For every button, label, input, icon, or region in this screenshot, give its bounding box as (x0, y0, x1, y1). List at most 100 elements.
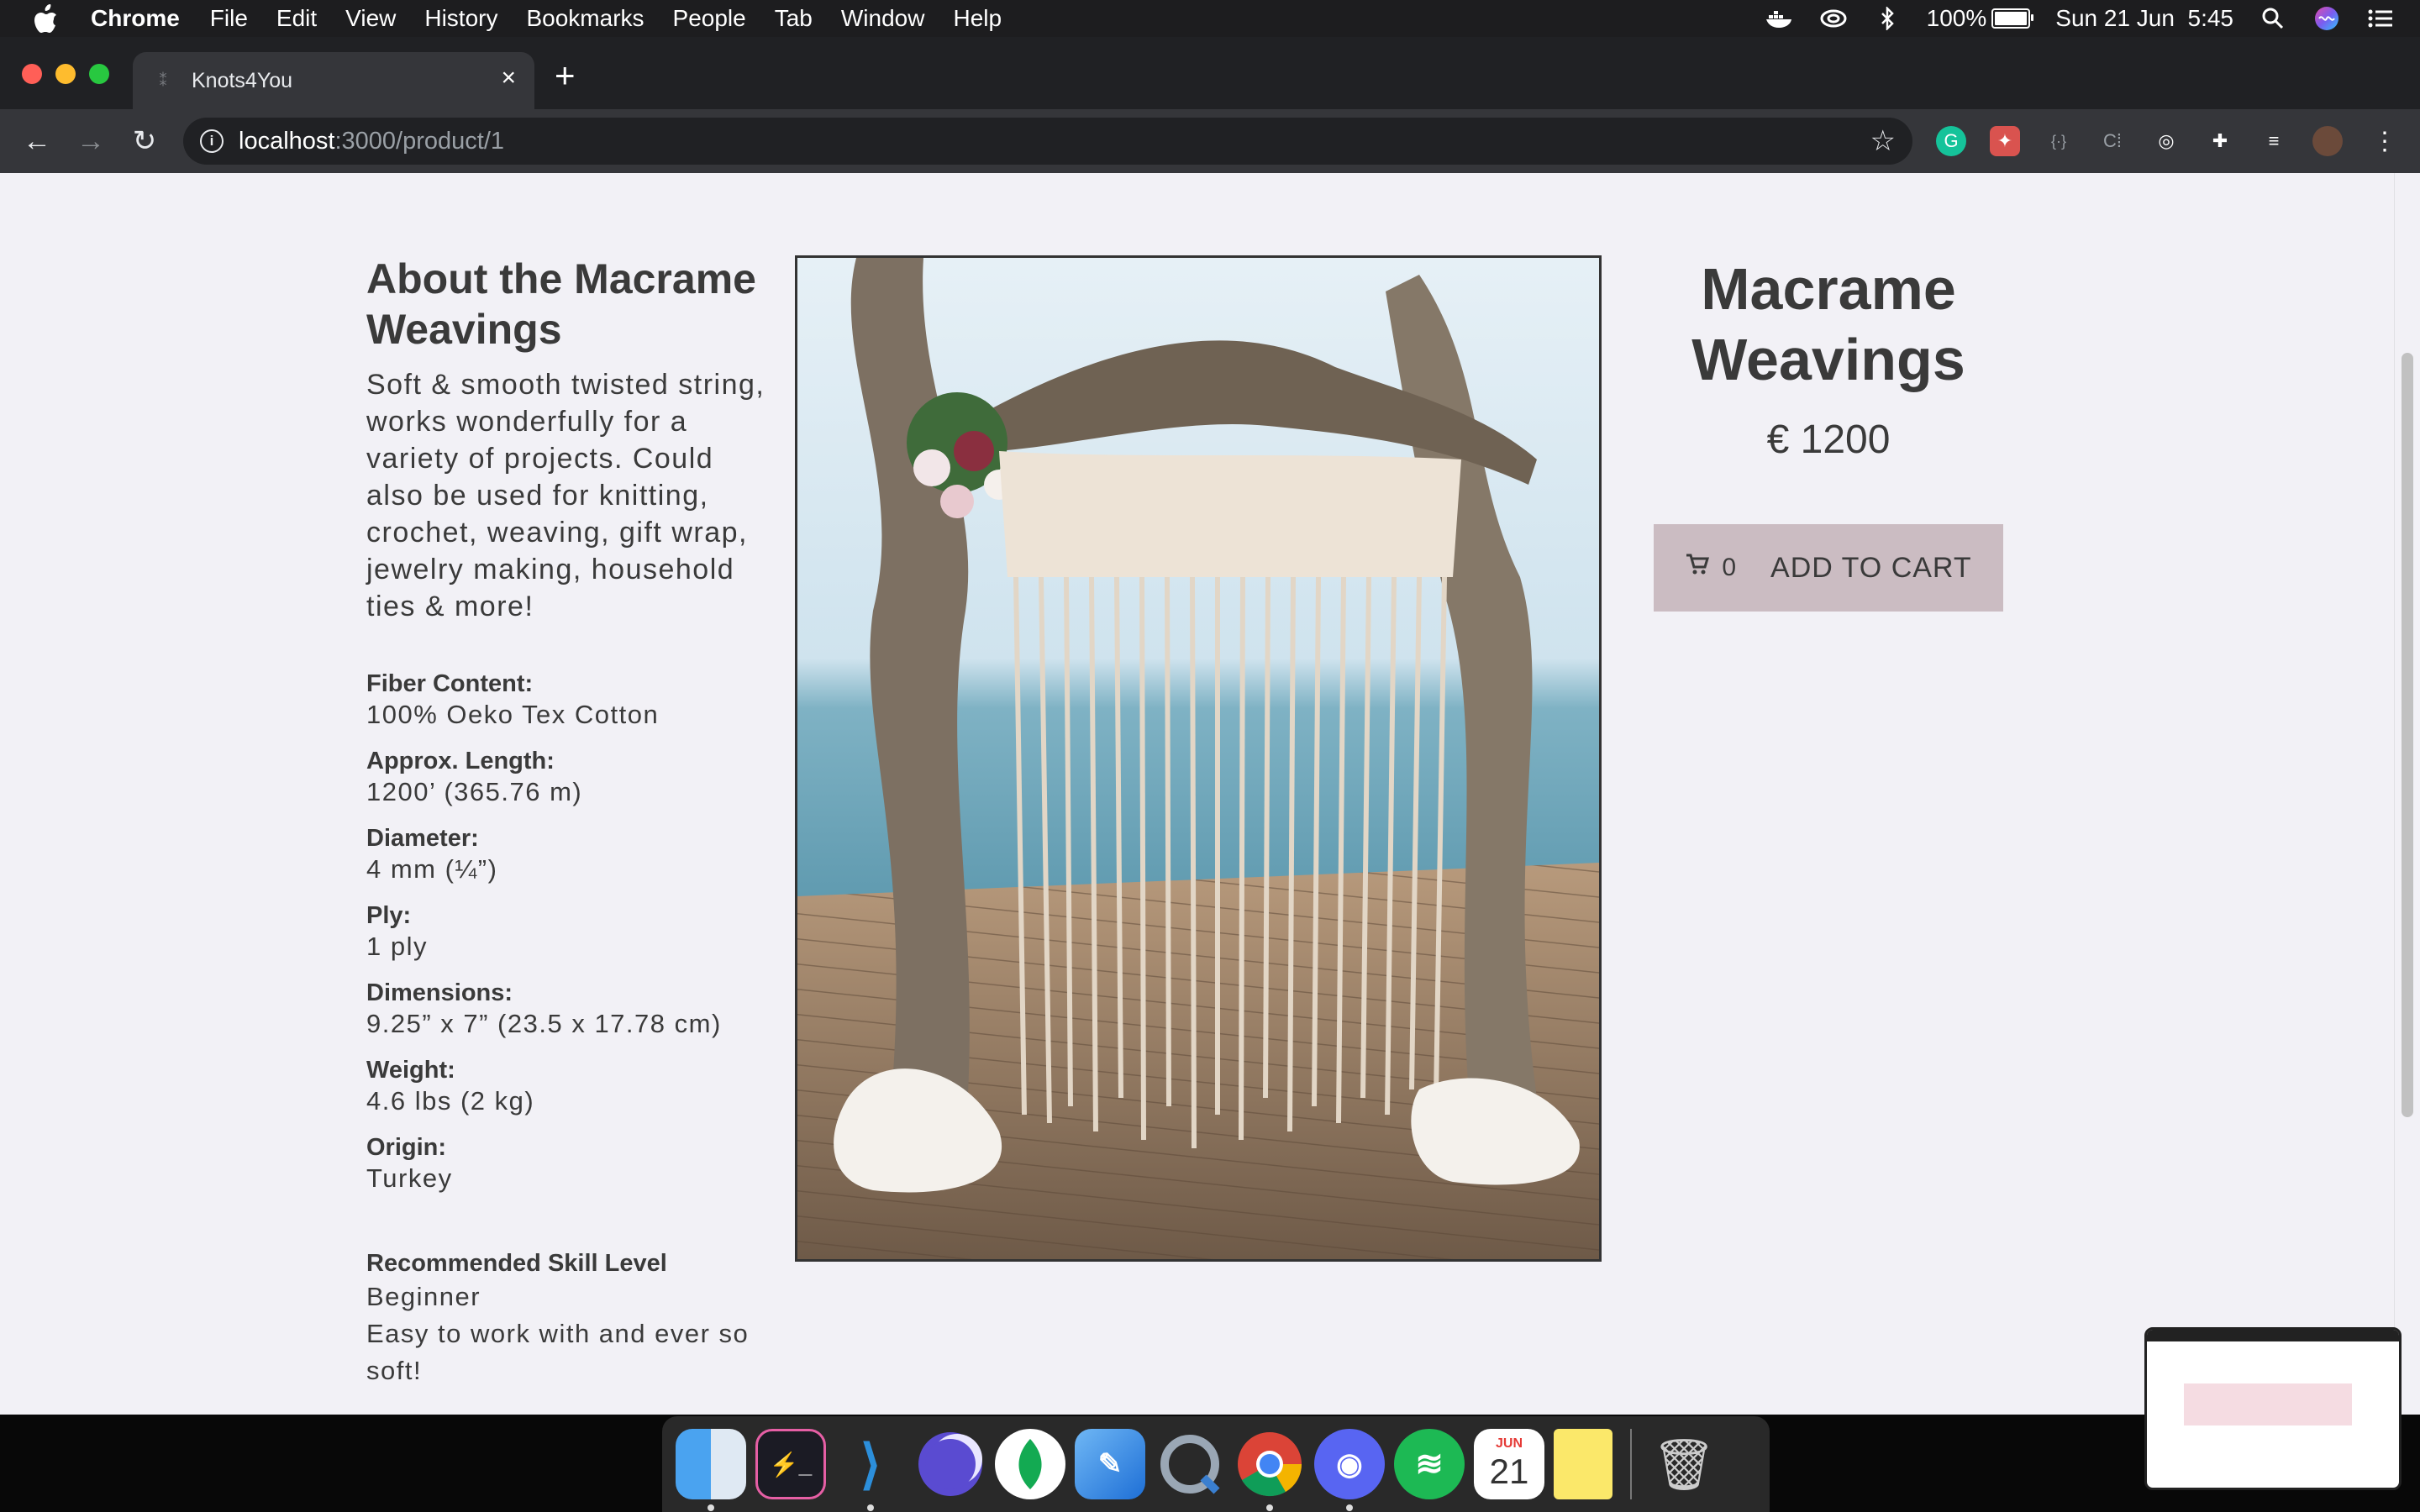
page-scrollbar[interactable] (2394, 173, 2420, 1415)
target-extension-icon[interactable]: ◎ (2151, 126, 2181, 156)
spec-value: 4.6 lbs (2 kg) (366, 1086, 535, 1116)
product-specs: Fiber Content: 100% Oeko Tex Cotton Approx… (366, 669, 770, 1194)
spotlight-search-icon[interactable] (2259, 7, 2287, 30)
cart-count: 0 (1722, 554, 1738, 581)
about-heading: About the Macrame Weavings (366, 255, 756, 353)
menu-file[interactable]: File (210, 5, 248, 32)
add-to-cart-label: ADD TO CART (1770, 551, 1972, 584)
spec-item: Diameter: 4 mm (¼”) (366, 823, 770, 885)
calendar-day: 21 (1489, 1452, 1529, 1491)
thumbnail-titlebar (2147, 1330, 2399, 1341)
code-extension-icon[interactable]: {·} (2044, 126, 2074, 156)
chrome-menu-icon[interactable]: ⋮ (2370, 126, 2400, 156)
address-url[interactable]: localhost:3000/product/1 (239, 128, 504, 155)
add-to-cart-button[interactable]: 0 ADD TO CART (1654, 524, 2003, 612)
new-tab-button[interactable]: + (555, 58, 576, 93)
menu-app-name[interactable]: Chrome (91, 5, 180, 32)
battery-fill (1995, 12, 2028, 25)
product-info: Macrame Weavings € 1200 (1652, 254, 2005, 463)
menu-window[interactable]: Window (841, 5, 925, 32)
extensions-puzzle-icon[interactable]: ✚ (2205, 126, 2235, 156)
bluetooth-icon[interactable] (1873, 7, 1902, 30)
mongodb-compass-icon[interactable] (995, 1429, 1065, 1499)
docker-icon[interactable] (1765, 7, 1794, 30)
spec-value: 9.25” x 7” (23.5 x 17.78 cm) (366, 1009, 722, 1038)
finder-icon[interactable] (676, 1429, 746, 1511)
dock-separator (1630, 1429, 1632, 1499)
product-image (795, 255, 1602, 1262)
reload-icon[interactable]: ↻ (128, 124, 161, 158)
running-indicator (867, 1504, 874, 1511)
discord-icon[interactable]: ◉ (1314, 1429, 1385, 1511)
calendar-month: JUN (1495, 1436, 1523, 1451)
calendar-icon[interactable]: JUN 21 (1474, 1429, 1544, 1499)
c-extension-icon[interactable]: C⁞ (2097, 126, 2128, 156)
menu-tab[interactable]: Tab (775, 5, 813, 32)
menu-people[interactable]: People (673, 5, 746, 32)
forward-arrow-icon[interactable]: → (74, 124, 108, 158)
macos-menu-bar: Chrome File Edit View History Bookmarks … (0, 0, 2420, 37)
url-path: :3000/product/1 (334, 128, 505, 155)
menu-bookmarks[interactable]: Bookmarks (526, 5, 644, 32)
window-maximize-button[interactable] (89, 64, 109, 84)
spec-label: Diameter: (366, 825, 479, 852)
battery-percent: 100% (1926, 5, 1987, 31)
notes-icon[interactable] (1554, 1429, 1612, 1499)
spec-value: 4 mm (¼”) (366, 854, 498, 884)
window-minimize-button[interactable] (55, 64, 76, 84)
trash-icon[interactable]: 🗑 (1649, 1429, 1719, 1499)
spec-item: Dimensions: 9.25” x 7” (23.5 x 17.78 cm) (366, 978, 770, 1040)
address-bar[interactable]: i localhost:3000/product/1 ☆ (183, 118, 1912, 165)
running-indicator (708, 1504, 714, 1511)
screenshot-preview-thumbnail[interactable] (2144, 1327, 2402, 1490)
running-indicator (1266, 1504, 1273, 1511)
site-info-icon[interactable]: i (200, 129, 224, 153)
menu-edit[interactable]: Edit (276, 5, 317, 32)
siri-icon[interactable] (2312, 7, 2341, 30)
apple-logo-icon[interactable] (34, 4, 59, 33)
tab-close-icon[interactable]: × (501, 64, 516, 92)
hyper-terminal-icon[interactable]: ⚡_ (755, 1429, 826, 1499)
battery-status[interactable]: 100% (1926, 5, 2034, 32)
bookmark-star-icon[interactable]: ☆ (1870, 124, 1896, 158)
spec-label: Approx. Length: (366, 748, 555, 774)
browser-tab[interactable]: ⁑ Knots4You × (133, 52, 534, 109)
vscode-icon[interactable]: ⟩ (835, 1429, 906, 1511)
tab-title: Knots4You (192, 69, 293, 92)
product-title: Macrame Weavings (1691, 256, 1965, 392)
skill-level-section: Recommended Skill Level Beginner Easy to… (366, 1248, 770, 1389)
shopping-cart-icon (1685, 552, 1710, 585)
product-about-section: About the Macrame Weavings Soft & smooth… (366, 254, 770, 1389)
red-extension-icon[interactable]: ✦ (1990, 126, 2020, 156)
spec-item: Weight: 4.6 lbs (2 kg) (366, 1055, 770, 1117)
grammarly-extension-icon[interactable]: G (1936, 126, 1966, 156)
product-description: Soft & smooth twisted string, works wond… (366, 369, 765, 622)
menu-view[interactable]: View (345, 5, 396, 32)
window-close-button[interactable] (22, 64, 42, 84)
menu-help[interactable]: Help (953, 5, 1002, 32)
night-app-icon[interactable] (915, 1429, 986, 1499)
notification-center-icon[interactable] (2366, 7, 2395, 30)
menu-history[interactable]: History (424, 5, 497, 32)
macrame-arch-photo (797, 258, 1599, 1259)
chrome-icon[interactable] (1234, 1429, 1305, 1511)
browser-tab-strip: ⁑ Knots4You × + (0, 37, 2420, 109)
xcode-instruments-icon[interactable]: ✎ (1075, 1429, 1145, 1499)
macos-dock: ⚡_ ⟩ ✎ ◉ ≋ JUN 21 🗑 (662, 1416, 1770, 1512)
media-controls-icon[interactable]: ≡ (2259, 126, 2289, 156)
quicktime-icon[interactable] (1155, 1429, 1225, 1499)
spec-value: 1 ply (366, 932, 428, 961)
battery-icon (1991, 8, 2034, 29)
spec-label: Dimensions: (366, 979, 513, 1006)
spec-label: Origin: (366, 1134, 447, 1161)
profile-avatar[interactable] (2312, 126, 2343, 156)
spotify-icon[interactable]: ≋ (1394, 1429, 1465, 1499)
spec-item: Origin: Turkey (366, 1132, 770, 1194)
spec-item: Fiber Content: 100% Oeko Tex Cotton (366, 669, 770, 731)
back-arrow-icon[interactable]: ← (20, 124, 54, 158)
creative-cloud-icon[interactable] (1819, 7, 1848, 30)
spec-label: Weight: (366, 1057, 455, 1084)
skill-level-value: Beginner (366, 1282, 481, 1311)
menubar-clock[interactable]: Sun 21 Jun 5:45 (2055, 5, 2233, 32)
scrollbar-thumb[interactable] (2402, 353, 2413, 1117)
